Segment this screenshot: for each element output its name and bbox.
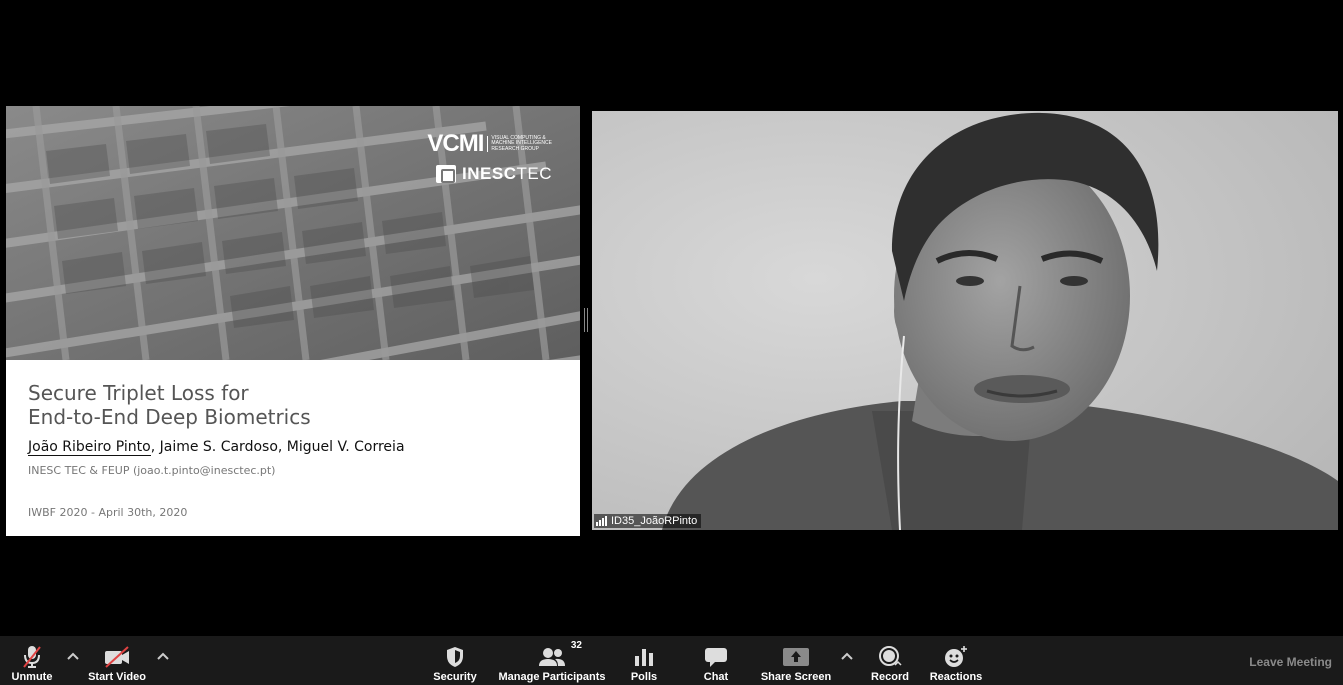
manage-participants-button[interactable]: 32 Manage Participants xyxy=(498,636,606,685)
slide-building-photo: VCMI Visual Computing & Machine Intellig… xyxy=(6,106,580,360)
shared-screen: VCMI Visual Computing & Machine Intellig… xyxy=(6,106,580,536)
participant-name: ID35_JoãoRPinto xyxy=(611,515,698,527)
vcmi-logo-mark: VCMI xyxy=(427,130,484,157)
share-screen-icon xyxy=(782,643,810,671)
video-camera-off-icon xyxy=(103,643,131,671)
participant-name-tag: ID35_JoãoRPinto xyxy=(594,514,702,528)
slide-affiliation: INESC TEC & FEUP (joao.t.pinto@inesctec.… xyxy=(28,464,276,477)
slide-logos: VCMI Visual Computing & Machine Intellig… xyxy=(427,132,552,184)
bar-chart-icon xyxy=(633,643,655,671)
record-icon xyxy=(877,643,903,671)
polls-button[interactable]: Polls xyxy=(626,636,662,685)
leave-meeting-button[interactable]: Leave Meeting xyxy=(1249,655,1332,669)
smiley-add-icon xyxy=(943,643,969,671)
share-options-caret[interactable] xyxy=(840,649,854,663)
record-button[interactable]: Record xyxy=(870,636,910,685)
participant-count: 32 xyxy=(570,640,582,651)
inesctec-logo-text: INESCTEC xyxy=(462,164,552,183)
slide-presenter: João Ribeiro Pinto xyxy=(28,439,151,456)
slide-title: Secure Triplet Loss for End-to-End Deep … xyxy=(28,381,311,429)
video-options-caret[interactable] xyxy=(156,649,170,663)
start-video-button[interactable]: Start Video xyxy=(86,636,148,685)
vcmi-logo-text: Visual Computing & Machine Intelligence … xyxy=(487,135,552,153)
audio-options-caret[interactable] xyxy=(66,649,80,663)
participants-icon: 32 xyxy=(538,640,582,671)
microphone-muted-icon xyxy=(22,643,42,671)
chat-button[interactable]: Chat xyxy=(700,636,732,685)
meeting-toolbar: Unmute Start Video Security 32 Manage Pa… xyxy=(0,636,1343,685)
participant-video: ID35_JoãoRPinto xyxy=(592,111,1338,530)
view-splitter-handle[interactable] xyxy=(584,308,588,332)
shield-icon xyxy=(445,643,465,671)
chat-bubble-icon xyxy=(704,643,728,671)
slide-authors: João Ribeiro Pinto, Jaime S. Cardoso, Mi… xyxy=(28,439,405,456)
inesctec-logo-icon xyxy=(436,165,457,183)
signal-strength-icon xyxy=(596,516,607,526)
slide-event: IWBF 2020 - April 30th, 2020 xyxy=(28,506,188,519)
security-button[interactable]: Security xyxy=(432,636,478,685)
slide-coauthors: , Jaime S. Cardoso, Miguel V. Correia xyxy=(150,439,405,455)
reactions-button[interactable]: Reactions xyxy=(930,636,982,685)
share-screen-button[interactable]: Share Screen xyxy=(761,636,831,685)
unmute-button[interactable]: Unmute xyxy=(8,636,56,685)
